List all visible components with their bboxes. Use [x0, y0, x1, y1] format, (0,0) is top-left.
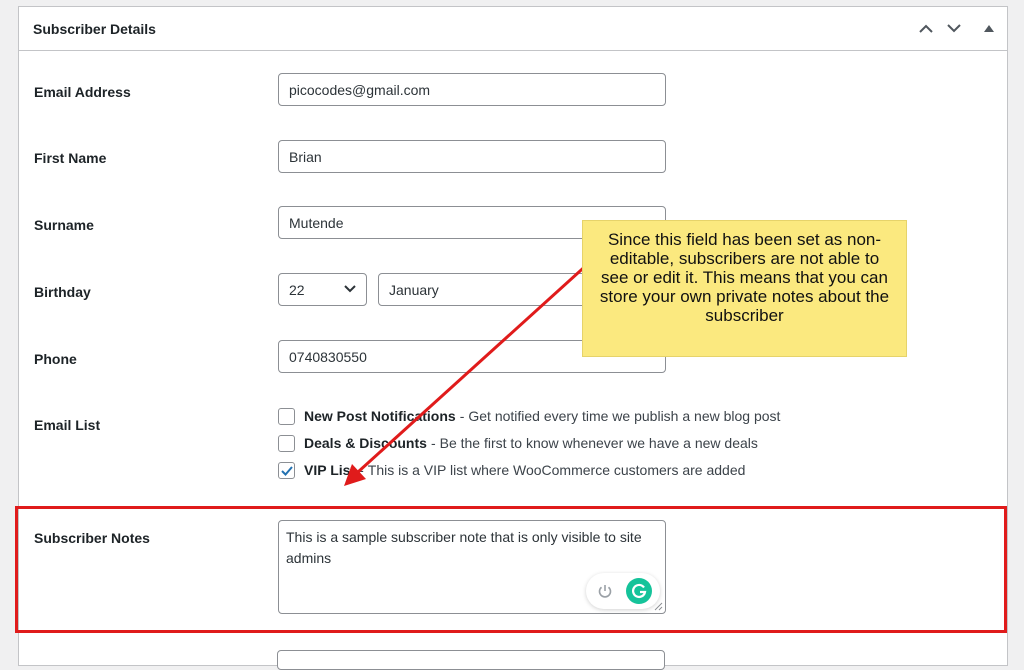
option-name: VIP List	[304, 462, 356, 478]
callout-note: Since this field has been set as non-edi…	[582, 220, 907, 357]
next-field-partial[interactable]	[277, 650, 665, 670]
option-name: Deals & Discounts	[304, 435, 427, 451]
subscriber-notes-label: Subscriber Notes	[34, 530, 150, 546]
grammarly-widget	[586, 573, 660, 609]
surname-label: Surname	[34, 217, 94, 233]
move-up-button[interactable]	[915, 17, 937, 39]
resize-handle-icon	[654, 602, 663, 611]
power-icon	[598, 585, 612, 598]
option-name: New Post Notifications	[304, 408, 456, 424]
email-list-label: Email List	[34, 417, 101, 433]
new-post-checkbox[interactable]	[278, 407, 295, 425]
option-description: Get notified every time we publish a new…	[468, 408, 781, 424]
grammarly-logo-icon	[632, 583, 647, 599]
chevron-up-icon	[919, 24, 933, 33]
toggle-panel-button[interactable]	[978, 17, 1000, 39]
first-name-field[interactable]	[278, 140, 666, 173]
deals-checkbox[interactable]	[278, 434, 295, 452]
email-field[interactable]	[278, 73, 666, 106]
grammarly-power-button[interactable]	[596, 582, 614, 605]
option-description: This is a VIP list where WooCommerce cus…	[367, 462, 746, 478]
callout-text: Since this field has been set as non-edi…	[599, 230, 890, 325]
list-option-deals[interactable]: Deals & Discounts - Be the first to know…	[278, 433, 758, 453]
email-label: Email Address	[34, 84, 131, 100]
birthday-day-select[interactable]: 22	[278, 273, 367, 306]
birthday-month-value: January	[389, 282, 439, 298]
list-option-new-post[interactable]: New Post Notifications - Get notified ev…	[278, 406, 780, 426]
notes-text: This is a sample subscriber note that is…	[286, 529, 642, 566]
grammarly-logo-button[interactable]	[626, 578, 652, 604]
triangle-up-icon	[984, 24, 994, 32]
panel-header: Subscriber Details	[19, 7, 1007, 51]
checkmark-icon	[281, 465, 293, 476]
first-name-label: First Name	[34, 150, 107, 166]
option-description: Be the first to know whenever we have a …	[439, 435, 758, 451]
move-down-button[interactable]	[943, 17, 965, 39]
chevron-down-icon	[344, 285, 356, 293]
phone-label: Phone	[34, 351, 77, 367]
chevron-down-icon	[947, 23, 961, 32]
list-option-vip[interactable]: VIP List - This is a VIP list where WooC…	[278, 460, 745, 480]
birthday-label: Birthday	[34, 284, 91, 300]
birthday-day-value: 22	[289, 282, 305, 298]
panel-title: Subscriber Details	[33, 21, 156, 37]
vip-checkbox[interactable]	[278, 461, 295, 479]
